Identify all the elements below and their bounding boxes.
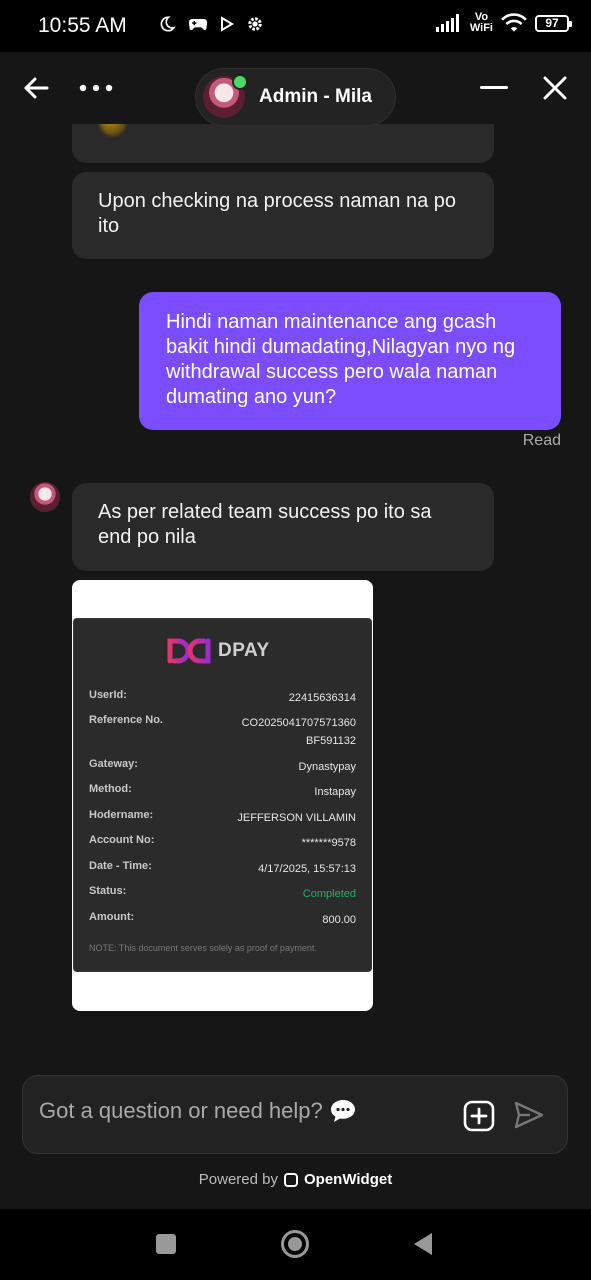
receipt-label: Hodername: — [89, 809, 154, 821]
receipt-label: Gateway: — [89, 758, 138, 770]
nav-back-button[interactable] — [412, 1231, 434, 1257]
add-attachment-icon — [463, 1100, 495, 1132]
attach-button[interactable] — [463, 1100, 495, 1137]
receipt-label: Reference No. — [89, 714, 163, 726]
powered-by[interactable]: Powered by OpenWidget — [0, 1171, 591, 1188]
receipt-label: Status: — [89, 885, 127, 897]
chat-header: Admin - Mila — [0, 52, 591, 126]
receipt-value: 4/17/2025, 15:57:13 — [258, 863, 356, 875]
receipt-label: UserId: — [89, 689, 127, 701]
receipt-row-gateway: Gateway: Dynastypay — [89, 758, 356, 776]
signal-icon — [435, 14, 459, 32]
settings-icon — [248, 17, 262, 31]
gamepad-icon — [188, 19, 208, 31]
receipt-row-userid: UserId: 22415636314 — [89, 689, 356, 707]
message-input[interactable]: Got a question or need help? — [39, 1098, 357, 1124]
agent-avatar — [203, 74, 248, 118]
receipt-value: JEFFERSON VILLAMIN — [237, 812, 356, 824]
speech-bubble-icon — [330, 1100, 355, 1122]
back-button[interactable] — [14, 66, 58, 110]
message-text: Hindi naman maintenance ang gcash bakit … — [166, 311, 516, 408]
message-composer[interactable]: Got a question or need help? — [22, 1075, 568, 1154]
user-message: Hindi naman maintenance ang gcash bakit … — [139, 292, 561, 430]
receipt-value: 800.00 — [322, 914, 356, 926]
powered-by-label: Powered by — [198, 1171, 278, 1188]
receipt-value: CO2025041707571360 BF591132 — [241, 717, 356, 747]
receipt-row-amount: Amount: 800.00 — [89, 911, 356, 929]
recents-button[interactable] — [156, 1234, 176, 1254]
read-receipt: Read — [522, 432, 561, 449]
receipt-note: NOTE: This document serves solely as pro… — [89, 943, 317, 953]
more-options-button[interactable] — [74, 66, 118, 110]
status-time: 10:55 AM — [38, 14, 127, 37]
agent-message: Upon checking na process naman na po ito — [72, 172, 494, 259]
status-bar: 10:55 AM Vo WiFi 97 — [0, 0, 591, 52]
receipt-row-reference: Reference No. CO2025041707571360 BF591132 — [89, 714, 356, 750]
openwidget-logo-icon — [284, 1172, 298, 1187]
send-button[interactable] — [513, 1100, 545, 1135]
dpay-brand-text: DPAY — [218, 640, 270, 661]
status-completed: Completed — [302, 888, 356, 900]
receipt-value: 22415636314 — [288, 692, 356, 704]
system-nav-bar — [0, 1209, 591, 1280]
receipt-value: Instapay — [314, 786, 356, 798]
receipt-label: Date - Time: — [89, 860, 152, 872]
receipt-label: Method: — [89, 783, 132, 795]
message-text: As per related team success po ito sa en… — [98, 501, 432, 548]
receipt-image-attachment[interactable]: DPAY UserId: 22415636314 Reference No. CO2… — [72, 580, 373, 1011]
dpay-logo: DPAY — [166, 635, 270, 667]
dpay-logo-icon — [167, 638, 211, 664]
close-icon — [543, 76, 567, 100]
receipt-row-account: Account No: *******9578 — [89, 834, 356, 852]
receipt-label: Account No: — [89, 834, 155, 846]
receipt-row-datetime: Date - Time: 4/17/2025, 15:57:13 — [89, 860, 356, 878]
receipt-row-status: Status: Completed — [89, 885, 356, 903]
battery-level: 97 — [545, 15, 559, 30]
arrow-left-icon — [24, 77, 49, 99]
powered-by-brand: OpenWidget — [304, 1171, 393, 1188]
receipt-value: *******9578 — [301, 837, 356, 849]
play-icon — [221, 16, 234, 32]
receipt-value: Dynastypay — [298, 761, 356, 773]
receipt-label: Amount: — [89, 911, 135, 923]
agent-message: As per related team success po ito sa en… — [72, 483, 494, 571]
minimize-icon — [480, 86, 508, 89]
payment-receipt: DPAY UserId: 22415636314 Reference No. CO2… — [73, 618, 372, 972]
battery-icon: 97 — [535, 14, 572, 32]
message-text: Upon checking na process naman na po ito — [98, 190, 457, 237]
receipt-row-holdername: Hodername: JEFFERSON VILLAMIN — [89, 809, 356, 827]
moon-icon — [160, 16, 176, 32]
send-icon — [514, 1101, 544, 1129]
agent-name: Admin - Mila — [259, 86, 372, 107]
wifi-icon — [501, 13, 527, 32]
agent-info[interactable]: Admin - Mila — [195, 68, 396, 126]
agent-avatar-small — [30, 482, 60, 512]
home-button[interactable] — [280, 1229, 310, 1259]
online-status-icon — [232, 74, 248, 90]
close-button[interactable] — [533, 66, 577, 110]
more-dots-icon — [79, 84, 113, 92]
message-input-placeholder: Got a question or need help? — [39, 1098, 323, 1123]
receipt-row-method: Method: Instapay — [89, 783, 356, 801]
vowifi-label: Vo WiFi — [469, 11, 493, 34]
minimize-button[interactable] — [472, 66, 516, 110]
